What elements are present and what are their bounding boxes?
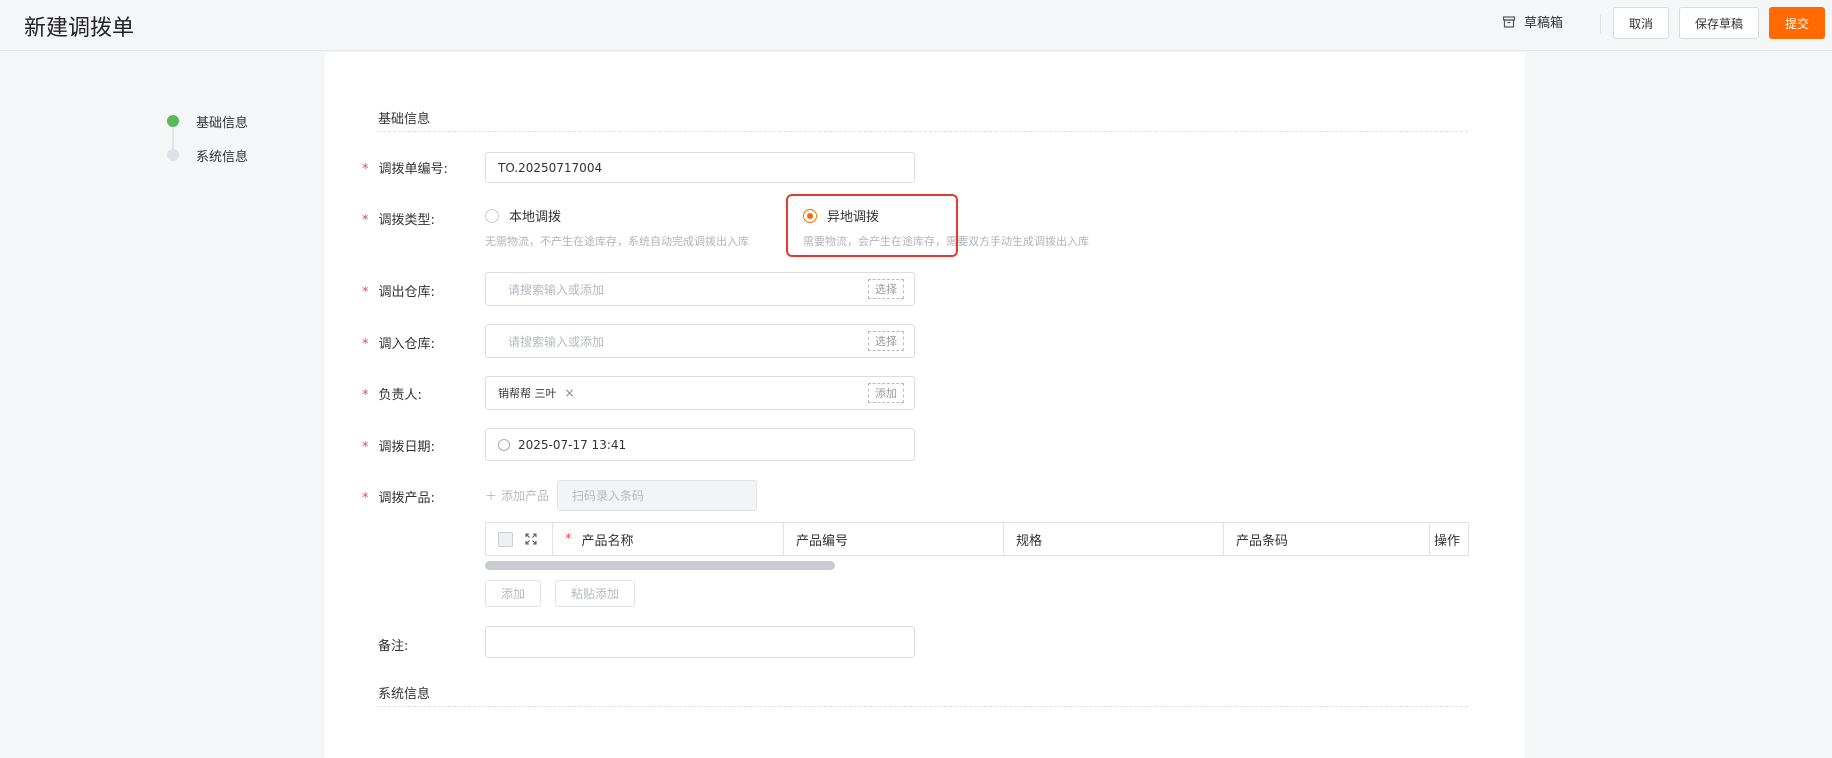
step-dot (167, 149, 179, 161)
owner-label: * 负责人: (362, 388, 422, 403)
products-label: * 调拨产品: (362, 491, 435, 506)
date-value: 2025-07-17 13:41 (518, 437, 627, 452)
step-basic-info[interactable]: 基础信息 (165, 104, 248, 138)
section-divider (378, 131, 1468, 132)
section-divider (378, 706, 1468, 707)
clock-icon (498, 438, 510, 451)
page-title: 新建调拨单 (24, 16, 135, 41)
in-warehouse-select-button[interactable]: 选择 (868, 331, 904, 351)
expand-icon[interactable] (525, 533, 537, 545)
radio-local-transfer[interactable]: 本地调拨 (485, 206, 561, 225)
transfer-type-label: * 调拨类型: (362, 213, 435, 228)
in-warehouse-label: * 调入仓库: (362, 337, 435, 352)
step-label: 系统信息 (196, 149, 249, 165)
divider (1600, 15, 1601, 33)
order-no-input[interactable]: TO.20250717004 (485, 152, 915, 183)
out-warehouse-select-button[interactable]: 选择 (868, 279, 904, 299)
owner-tag: 销帮帮 三叶 × (498, 385, 575, 401)
barcode-scan-input[interactable]: 扫码录入条码 (557, 480, 757, 511)
section-title-basic: 基础信息 (378, 112, 431, 127)
column-barcode: 产品条码 (1224, 523, 1430, 555)
top-bar: 新建调拨单 草稿箱 取消 保存草稿 提交 (0, 0, 1832, 51)
product-table-header: * 产品名称 产品编号 规格 产品条码 操作 (485, 522, 1469, 556)
drafts-label: 草稿箱 (1524, 16, 1564, 31)
out-warehouse-label: * 调出仓库: (362, 285, 435, 300)
scan-placeholder: 扫码录入条码 (572, 489, 645, 503)
selection-highlight (786, 194, 958, 257)
step-label: 基础信息 (196, 115, 249, 131)
column-spec: 规格 (1004, 523, 1224, 555)
step-dot-active (167, 115, 179, 127)
select-all-checkbox[interactable] (498, 531, 513, 547)
owner-add-button[interactable]: 添加 (868, 383, 904, 403)
add-product-button[interactable]: ＋ 添加产品 (485, 487, 549, 504)
select-column (486, 523, 553, 555)
cancel-button[interactable]: 取消 (1613, 7, 1669, 39)
paste-add-button[interactable]: 粘贴添加 (555, 580, 635, 607)
radio-local-desc: 无需物流，不产生在途库存，系统自动完成调拨出入库 (485, 235, 749, 248)
column-product-name: * 产品名称 (553, 523, 784, 555)
remark-label: 备注: (378, 639, 409, 654)
radio-button[interactable] (485, 208, 499, 223)
in-warehouse-placeholder: 请搜索输入或添加 (508, 334, 605, 349)
step-nav: 基础信息 系统信息 (165, 104, 248, 172)
date-picker[interactable]: 2025-07-17 13:41 (485, 428, 915, 461)
in-warehouse-input[interactable]: 请搜索输入或添加 选择 (485, 324, 915, 358)
out-warehouse-placeholder: 请搜索输入或添加 (508, 282, 605, 297)
plus-icon: ＋ (485, 489, 498, 503)
archive-icon (1502, 15, 1516, 28)
drafts-button[interactable]: 草稿箱 (1502, 12, 1563, 31)
step-system-info[interactable]: 系统信息 (165, 138, 248, 172)
out-warehouse-input[interactable]: 请搜索输入或添加 选择 (485, 272, 915, 306)
owner-tag-label: 销帮帮 三叶 (498, 387, 557, 400)
owner-input[interactable]: 销帮帮 三叶 × 添加 (485, 376, 915, 410)
radio-label: 本地调拨 (509, 210, 562, 225)
order-no-value: TO.20250717004 (498, 160, 603, 175)
column-product-code: 产品编号 (784, 523, 1004, 555)
order-no-label: * 调拨单编号: (362, 162, 448, 177)
date-label: * 调拨日期: (362, 440, 435, 455)
column-actions: 操作 (1434, 533, 1461, 549)
add-product-label: 添加产品 (501, 489, 550, 503)
remark-input[interactable] (485, 626, 915, 658)
section-title-system: 系统信息 (378, 687, 431, 702)
save-draft-button[interactable]: 保存草稿 (1679, 7, 1759, 39)
horizontal-scrollbar[interactable] (485, 561, 835, 570)
close-icon[interactable]: × (565, 386, 575, 400)
submit-button[interactable]: 提交 (1769, 7, 1825, 39)
add-row-button[interactable]: 添加 (485, 580, 541, 607)
